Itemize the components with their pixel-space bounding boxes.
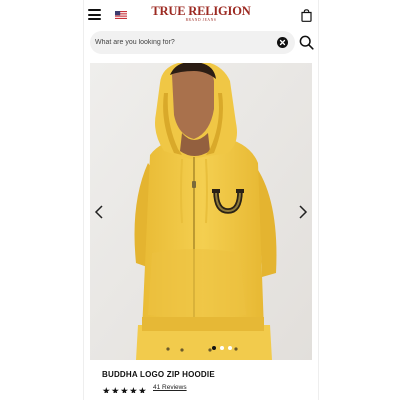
brand-tagline: BRAND JEANS <box>185 18 217 22</box>
hamburger-menu-icon[interactable] <box>88 9 101 20</box>
bottom-edge <box>84 393 318 400</box>
model-hoodie-photo <box>90 63 312 360</box>
search-icon[interactable] <box>299 35 314 50</box>
brand-logo[interactable]: TRUE RELIGION BRAND JEANS <box>146 4 256 23</box>
product-image[interactable] <box>90 63 312 360</box>
brand-name: TRUE RELIGION <box>151 4 251 18</box>
search-field[interactable] <box>90 31 295 54</box>
clear-search-icon[interactable] <box>277 37 288 48</box>
carousel-dot[interactable] <box>220 346 224 350</box>
carousel-dot[interactable] <box>228 346 232 350</box>
shopping-bag-icon[interactable] <box>301 9 312 22</box>
carousel-dots <box>212 346 242 352</box>
chevron-left-icon[interactable] <box>93 204 105 220</box>
search-bar <box>84 30 318 57</box>
product-title: BUDDHA LOGO ZIP HOODIE <box>102 370 215 379</box>
carousel-dot-active[interactable] <box>212 346 216 350</box>
us-flag-icon[interactable] <box>115 11 127 19</box>
reviews-link[interactable]: 41 Reviews <box>153 384 187 391</box>
chevron-right-icon[interactable] <box>297 204 309 220</box>
mobile-screen: TRUE RELIGION BRAND JEANS What are you l… <box>83 0 319 400</box>
site-header: TRUE RELIGION BRAND JEANS <box>84 0 318 30</box>
search-input[interactable] <box>95 34 270 51</box>
